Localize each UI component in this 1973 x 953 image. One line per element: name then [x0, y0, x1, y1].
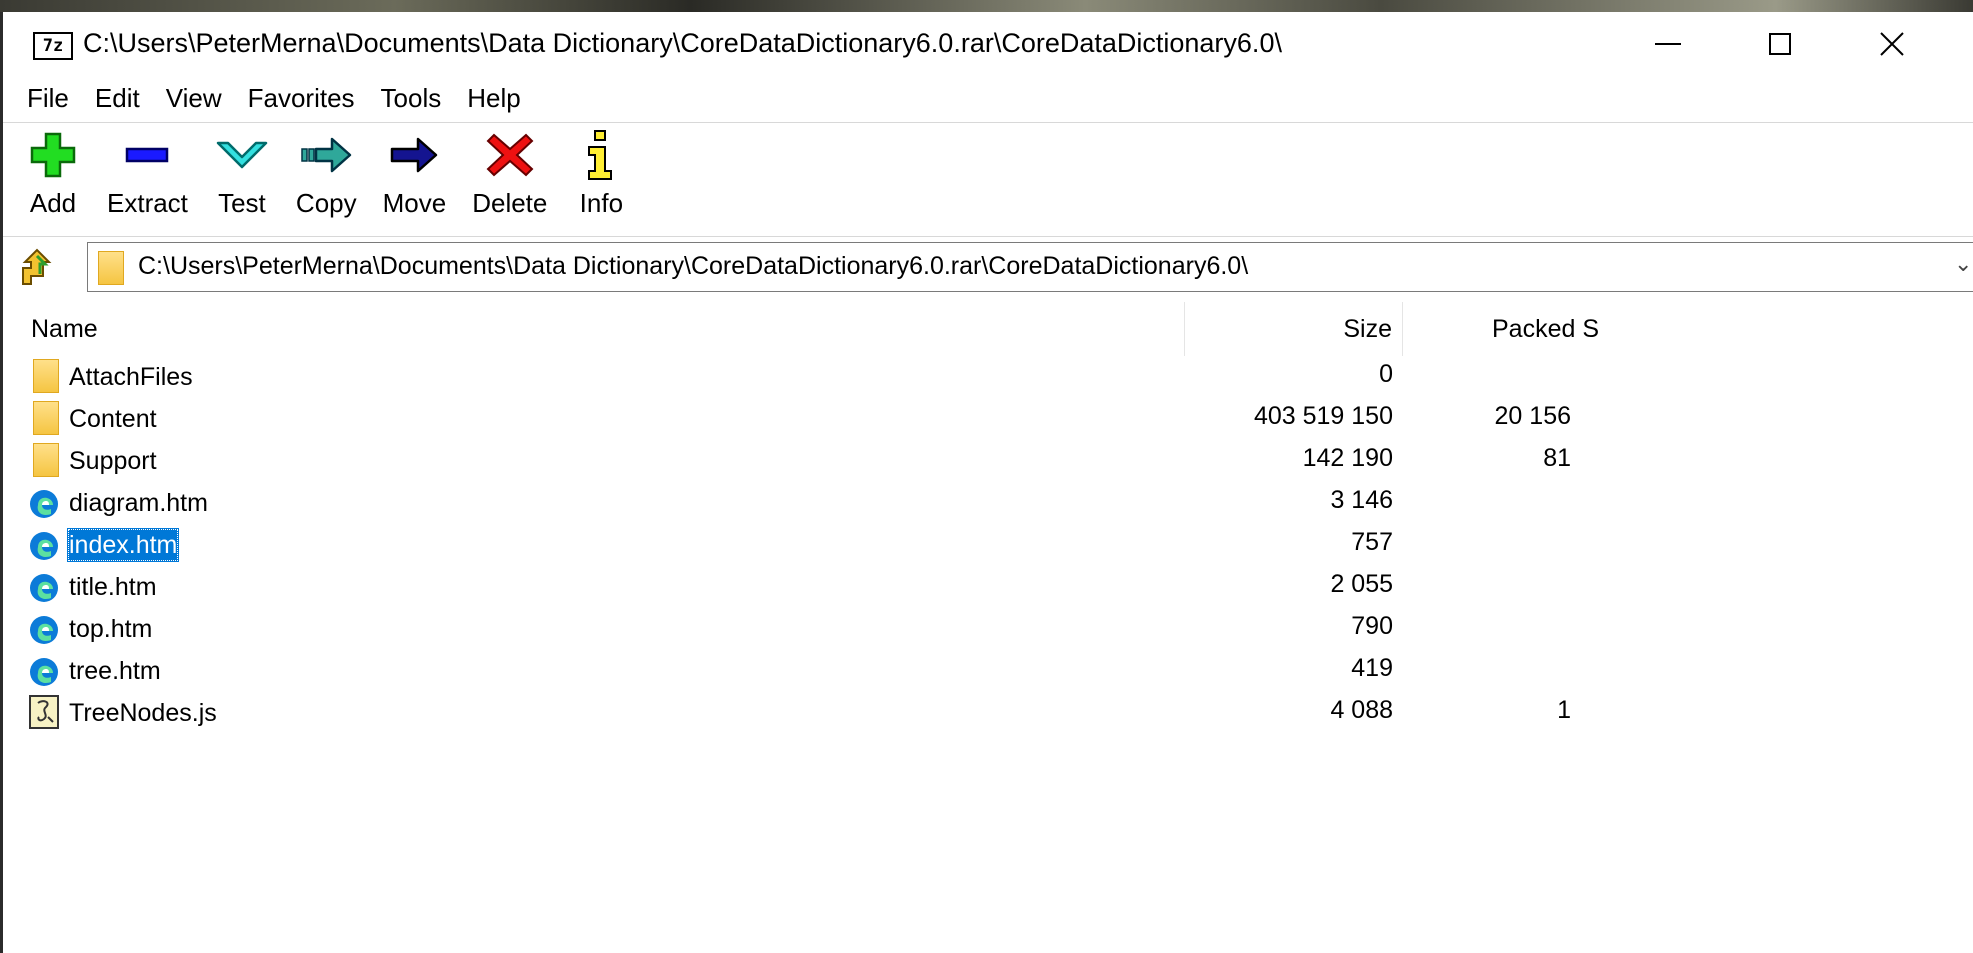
edge-browser-icon [29, 653, 61, 689]
menu-bar: File Edit View Favorites Tools Help [3, 76, 1973, 120]
file-size: 403 519 150 [1253, 402, 1393, 430]
list-item[interactable]: AttachFiles 0 [3, 356, 1973, 398]
column-header-size[interactable]: Size [1185, 302, 1403, 356]
title-bar[interactable]: 7z C:\Users\PeterMerna\Documents\Data Di… [3, 12, 1973, 76]
maximize-icon [1769, 33, 1791, 55]
move-icon [386, 126, 442, 184]
minimize-icon [1655, 43, 1681, 45]
7zip-app-icon: 7z [33, 32, 73, 60]
list-item[interactable]: tree.htm 419 [3, 650, 1973, 692]
list-item[interactable]: top.htm 790 [3, 608, 1973, 650]
toolbar-separator [3, 236, 1973, 237]
file-packed-size: 1 [1557, 696, 1571, 724]
list-item[interactable]: diagram.htm 3 146 [3, 482, 1973, 524]
parent-folder-button[interactable] [19, 248, 59, 288]
delete-icon [482, 126, 538, 184]
file-name: Content [69, 405, 157, 433]
file-name: tree.htm [69, 657, 161, 685]
archive-window: 7z C:\Users\PeterMerna\Documents\Data Di… [3, 12, 1973, 953]
file-packed-size: 20 156 [1494, 402, 1571, 430]
copy-icon [298, 126, 354, 184]
info-label: Info [579, 188, 624, 218]
file-size: 142 190 [1302, 444, 1393, 472]
list-item[interactable]: TreeNodes.js 4 088 1 [3, 692, 1973, 734]
add-button[interactable]: Add [3, 126, 94, 236]
up-folder-icon [22, 248, 52, 285]
delete-button[interactable]: Delete [459, 126, 560, 236]
menu-favorites[interactable]: Favorites [235, 83, 368, 114]
column-header-name[interactable]: Name [3, 302, 1185, 356]
test-button[interactable]: Test [201, 126, 283, 236]
file-size: 0 [1379, 360, 1393, 388]
edge-browser-icon [29, 527, 61, 563]
file-name: index.htm [67, 528, 180, 562]
desktop-background-strip [0, 0, 1973, 12]
extract-icon [119, 126, 175, 184]
extract-label: Extract [107, 188, 188, 218]
move-button[interactable]: Move [370, 126, 460, 236]
list-item[interactable]: Content 403 519 150 20 156 [3, 398, 1973, 440]
toolbar: Add Extract Test Copy Move Delete Info [3, 126, 642, 236]
test-label: Test [218, 188, 266, 218]
file-name: diagram.htm [69, 489, 208, 517]
file-name: top.htm [69, 615, 153, 643]
menu-view[interactable]: View [153, 83, 235, 114]
list-item-selected[interactable]: index.htm 757 [3, 524, 1973, 566]
menu-edit[interactable]: Edit [82, 83, 153, 114]
menu-separator [3, 122, 1973, 123]
window-title: C:\Users\PeterMerna\Documents\Data Dicti… [83, 28, 1282, 58]
maximize-button[interactable] [1730, 12, 1830, 76]
column-header-packed-size[interactable]: Packed S [1403, 302, 1603, 356]
list-item[interactable]: Support 142 190 81 [3, 440, 1973, 482]
add-icon [25, 126, 81, 184]
extract-button[interactable]: Extract [94, 126, 201, 236]
file-size: 757 [1351, 528, 1393, 556]
file-name: title.htm [69, 573, 157, 601]
minimize-button[interactable] [1618, 12, 1718, 76]
menu-help[interactable]: Help [454, 83, 533, 114]
menu-file[interactable]: File [3, 83, 82, 114]
address-path: C:\Users\PeterMerna\Documents\Data Dicti… [138, 252, 1249, 280]
file-size: 4 088 [1330, 696, 1393, 724]
file-size: 419 [1351, 654, 1393, 682]
file-list: Name Size Packed S AttachFiles 0 Content… [3, 302, 1973, 953]
test-icon [214, 126, 270, 184]
info-icon [573, 126, 629, 184]
copy-label: Copy [295, 188, 357, 218]
address-bar[interactable]: C:\Users\PeterMerna\Documents\Data Dicti… [87, 242, 1973, 292]
folder-icon [29, 443, 61, 479]
file-size: 3 146 [1330, 486, 1393, 514]
file-size: 2 055 [1330, 570, 1393, 598]
script-file-icon [29, 695, 61, 731]
file-name: AttachFiles [69, 363, 193, 391]
address-row: C:\Users\PeterMerna\Documents\Data Dicti… [3, 238, 1973, 296]
close-icon [1880, 32, 1904, 56]
folder-icon [29, 401, 61, 437]
move-label: Move [382, 188, 447, 218]
delete-label: Delete [472, 188, 548, 218]
edge-browser-icon [29, 485, 61, 521]
edge-browser-icon [29, 611, 61, 647]
chevron-down-icon[interactable]: ⌄ [1954, 251, 1972, 277]
info-button[interactable]: Info [560, 126, 642, 236]
folder-icon [29, 359, 61, 395]
file-rows: AttachFiles 0 Content 403 519 150 20 156… [3, 356, 1973, 734]
folder-icon [98, 251, 124, 285]
add-label: Add [29, 188, 77, 218]
file-name: TreeNodes.js [69, 699, 217, 727]
list-item[interactable]: title.htm 2 055 [3, 566, 1973, 608]
edge-browser-icon [29, 569, 61, 605]
file-name: Support [69, 447, 157, 475]
copy-button[interactable]: Copy [283, 126, 370, 236]
close-button[interactable] [1842, 12, 1942, 76]
menu-tools[interactable]: Tools [368, 83, 455, 114]
file-size: 790 [1351, 612, 1393, 640]
file-packed-size: 81 [1543, 444, 1571, 472]
